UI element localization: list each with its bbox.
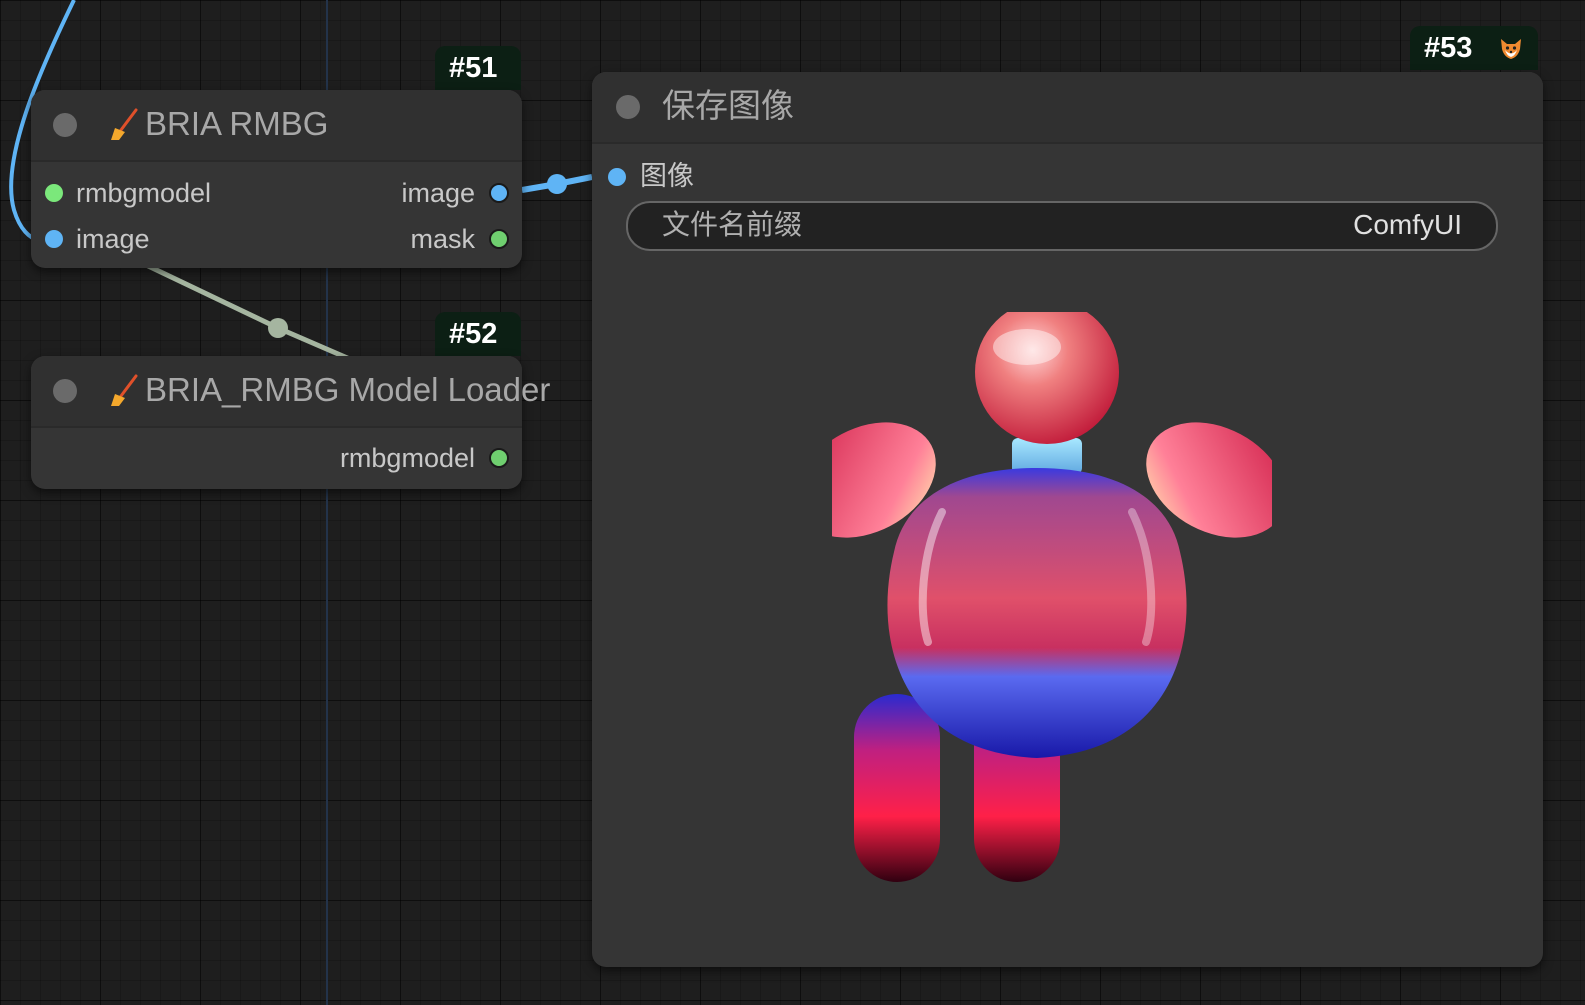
input-label-rmbgmodel: rmbgmodel [76, 178, 212, 208]
widget-label: 文件名前缀 [662, 209, 803, 240]
output-slot-mask[interactable] [489, 229, 509, 249]
input-slot-rmbgmodel[interactable] [45, 184, 63, 202]
output-slot-rmbgmodel[interactable] [489, 448, 509, 468]
output-label-image: image [401, 178, 475, 208]
node-bria-rmbg-model-loader[interactable]: BRIA_RMBG Model Loader rmbgmodel [31, 356, 550, 489]
node-header[interactable]: BRIA RMBG [31, 90, 522, 162]
node-title: BRIA_RMBG Model Loader [145, 371, 551, 408]
node-id-badge-51: #51 [435, 46, 521, 90]
node-title: BRIA RMBG [145, 105, 329, 142]
output-slot-image[interactable] [489, 183, 509, 203]
node-header[interactable]: 保存图像 [592, 72, 1543, 144]
collapse-toggle[interactable] [53, 379, 77, 403]
node-bria-rmbg[interactable]: BRIA RMBG rmbgmodel image image mask [31, 90, 522, 268]
node-id-badge-53: #53 [1410, 26, 1538, 70]
output-label-rmbgmodel: rmbgmodel [339, 443, 475, 473]
input-label-image: image [76, 224, 150, 254]
node-id-badge-52: #52 [435, 312, 521, 356]
broom-icon [111, 108, 138, 140]
collapse-toggle[interactable] [53, 113, 77, 137]
node-id-text: #52 [449, 318, 498, 350]
node-id-text: #51 [449, 52, 498, 84]
link-rmbgmodel[interactable] [142, 261, 353, 363]
collapse-toggle[interactable] [616, 95, 640, 119]
link-image-output-midpoint[interactable] [547, 174, 567, 194]
widget-value[interactable]: ComfyUI [1353, 209, 1462, 241]
filename-prefix-widget[interactable]: 文件名前缀 ComfyUI [626, 201, 1498, 251]
input-slot-image[interactable] [608, 168, 626, 186]
node-id-text: #53 [1424, 32, 1473, 64]
node-header[interactable]: BRIA_RMBG Model Loader [31, 356, 550, 428]
node-save-image[interactable]: 保存图像 图像 文件名前缀 ComfyUI [592, 72, 1543, 967]
image-preview[interactable] [832, 312, 1272, 912]
output-label-mask: mask [410, 224, 475, 254]
broom-icon [111, 374, 138, 406]
link-rmbgmodel-midpoint[interactable] [268, 318, 288, 338]
input-label-image: 图像 [640, 161, 694, 191]
input-slot-image[interactable] [45, 230, 63, 248]
fox-icon [1501, 39, 1521, 59]
node-title: 保存图像 [662, 87, 794, 124]
